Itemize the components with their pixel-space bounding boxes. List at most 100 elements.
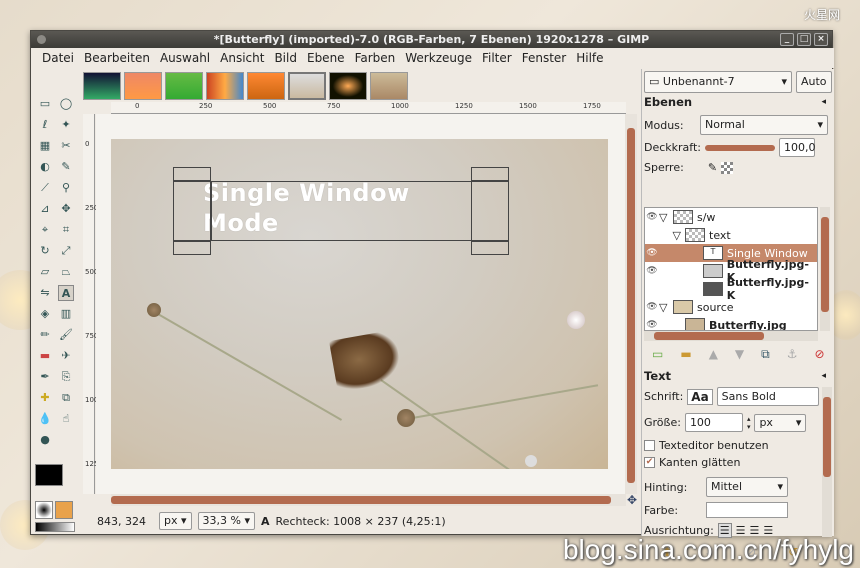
blend-icon[interactable]: ▥ — [58, 306, 74, 322]
image-tab[interactable] — [329, 72, 367, 100]
close-button[interactable]: × — [814, 33, 828, 46]
text-tool-icon[interactable]: A — [58, 285, 74, 301]
opacity-input[interactable]: 100,0 — [779, 138, 816, 157]
image-tab[interactable] — [370, 72, 408, 100]
foreground-select-icon[interactable]: ◐ — [37, 159, 53, 175]
image-tab[interactable] — [165, 72, 203, 100]
opacity-slider[interactable] — [705, 144, 775, 151]
layer-row[interactable]: 👁 ▽ s/w — [645, 208, 817, 226]
navigate-icon[interactable]: ✥ — [627, 493, 637, 507]
paintbrush-icon[interactable]: 🖌 — [58, 327, 74, 343]
corner-handle[interactable] — [173, 167, 211, 181]
duplicate-layer-icon[interactable]: ⧉ — [761, 347, 770, 362]
layer-row[interactable]: 👁 ▽ source — [645, 298, 817, 316]
hinting-select[interactable]: Mittel ▾ — [706, 477, 788, 497]
editor-checkbox[interactable] — [644, 440, 655, 451]
text-box-outline[interactable] — [211, 181, 509, 241]
maximize-button[interactable]: □ — [797, 33, 811, 46]
scissors-icon[interactable]: ✂ — [58, 138, 74, 154]
clone-icon[interactable]: ⎘ — [58, 369, 74, 385]
tab-menu-icon[interactable]: ◂ — [821, 371, 826, 381]
auto-button[interactable]: Auto — [796, 71, 832, 93]
lock-pixels-icon[interactable]: ✎ — [708, 161, 717, 174]
ink-icon[interactable]: ✒ — [37, 369, 53, 385]
new-group-icon[interactable]: ▬ — [680, 347, 691, 362]
text-color-button[interactable] — [706, 502, 788, 518]
antialias-checkbox[interactable]: ✔ — [644, 457, 655, 468]
menu-ansicht[interactable]: Ansicht — [215, 51, 269, 65]
smudge-icon[interactable]: ☝ — [58, 411, 74, 427]
corner-handle[interactable] — [471, 167, 509, 181]
visibility-eye-icon[interactable]: 👁 — [645, 212, 659, 222]
foreground-color-swatch[interactable] — [35, 464, 63, 486]
corner-handle[interactable] — [471, 241, 509, 255]
gradient-preview[interactable] — [35, 522, 75, 532]
menu-bearbeiten[interactable]: Bearbeiten — [79, 51, 155, 65]
menu-datei[interactable]: Datei — [37, 51, 79, 65]
vertical-scrollbar[interactable] — [625, 114, 637, 494]
visibility-eye-icon[interactable]: 👁 — [645, 266, 659, 276]
size-spin-arrows[interactable]: ▴ ▾ — [747, 415, 751, 431]
measure-icon[interactable]: ⊿ — [37, 201, 53, 217]
size-input[interactable]: 100 — [684, 413, 743, 432]
free-select-icon[interactable]: ℓ — [37, 117, 53, 133]
menu-farben[interactable]: Farben — [350, 51, 401, 65]
menu-bild[interactable]: Bild — [269, 51, 302, 65]
menu-hilfe[interactable]: Hilfe — [571, 51, 608, 65]
airbrush-icon[interactable]: ✈ — [58, 348, 74, 364]
rect-select-icon[interactable]: ▭ — [37, 96, 53, 112]
scale-icon[interactable]: ⤢ — [58, 243, 74, 259]
tab-menu-icon[interactable]: ◂ — [821, 97, 826, 107]
scrollbar-thumb[interactable] — [823, 397, 831, 477]
shear-icon[interactable]: ▱ — [37, 264, 53, 280]
dodge-burn-icon[interactable]: ● — [37, 432, 53, 448]
paths-icon[interactable]: ✎ — [58, 159, 74, 175]
menu-auswahl[interactable]: Auswahl — [155, 51, 215, 65]
visibility-eye-icon[interactable]: 👁 — [645, 302, 659, 312]
tool-options-scrollbar[interactable] — [822, 387, 832, 537]
move-icon[interactable]: ✥ — [58, 201, 74, 217]
mode-select[interactable]: Normal ▾ — [700, 115, 828, 135]
window-menu-icon[interactable] — [37, 35, 46, 44]
pattern-preview[interactable] — [55, 501, 73, 519]
unit-select[interactable]: px ▾ — [159, 512, 192, 530]
visibility-eye-icon[interactable]: 👁 — [645, 248, 659, 258]
layer-row[interactable]: Butterfly.jpg-K — [645, 276, 817, 302]
size-unit-select[interactable]: px ▾ — [754, 413, 807, 432]
blur-icon[interactable]: 💧 — [37, 411, 53, 427]
image-tab[interactable] — [247, 72, 285, 100]
color-picker-icon[interactable]: ⟋ — [37, 180, 53, 196]
image-tab[interactable] — [206, 72, 244, 100]
delete-layer-icon[interactable]: ⊘ — [815, 347, 825, 362]
visibility-eye-icon[interactable]: 👁 — [645, 320, 659, 330]
zoom-select[interactable]: 33,3 % ▾ — [197, 512, 256, 530]
pencil-icon[interactable]: ✏ — [37, 327, 53, 343]
side-handle[interactable] — [471, 181, 509, 241]
heal-icon[interactable]: ✚ — [37, 390, 53, 406]
raise-layer-icon[interactable]: ▲ — [709, 347, 718, 362]
scrollbar-thumb[interactable] — [111, 496, 611, 504]
menu-werkzeuge[interactable]: Werkzeuge — [400, 51, 477, 65]
eraser-icon[interactable]: ▬ — [37, 348, 53, 364]
scrollbar-thumb[interactable] — [627, 128, 635, 483]
image-tab[interactable] — [83, 72, 121, 100]
horizontal-scrollbar[interactable] — [111, 494, 626, 506]
side-handle[interactable] — [173, 181, 211, 241]
menu-fenster[interactable]: Fenster — [517, 51, 572, 65]
corner-handle[interactable] — [173, 241, 211, 255]
crop-icon[interactable]: ⌗ — [58, 222, 74, 238]
lock-alpha-icon[interactable] — [721, 161, 734, 174]
image-tab[interactable] — [288, 72, 326, 100]
rotate-icon[interactable]: ↻ — [37, 243, 53, 259]
bucket-fill-icon[interactable]: ◈ — [37, 306, 53, 322]
anchor-layer-icon[interactable]: ⚓ — [787, 347, 798, 362]
minimize-button[interactable]: _ — [780, 33, 794, 46]
menu-ebene[interactable]: Ebene — [302, 51, 350, 65]
image-select[interactable]: ▭ Unbenannt-7 ▾ — [644, 71, 792, 93]
layers-scrollbar[interactable] — [820, 207, 830, 331]
layer-row[interactable]: ▽ text — [645, 226, 817, 244]
zoom-icon[interactable]: ⚲ — [58, 180, 74, 196]
fuzzy-select-icon[interactable]: ✦ — [58, 117, 74, 133]
lower-layer-icon[interactable]: ▼ — [735, 347, 744, 362]
ellipse-select-icon[interactable]: ◯ — [58, 96, 74, 112]
